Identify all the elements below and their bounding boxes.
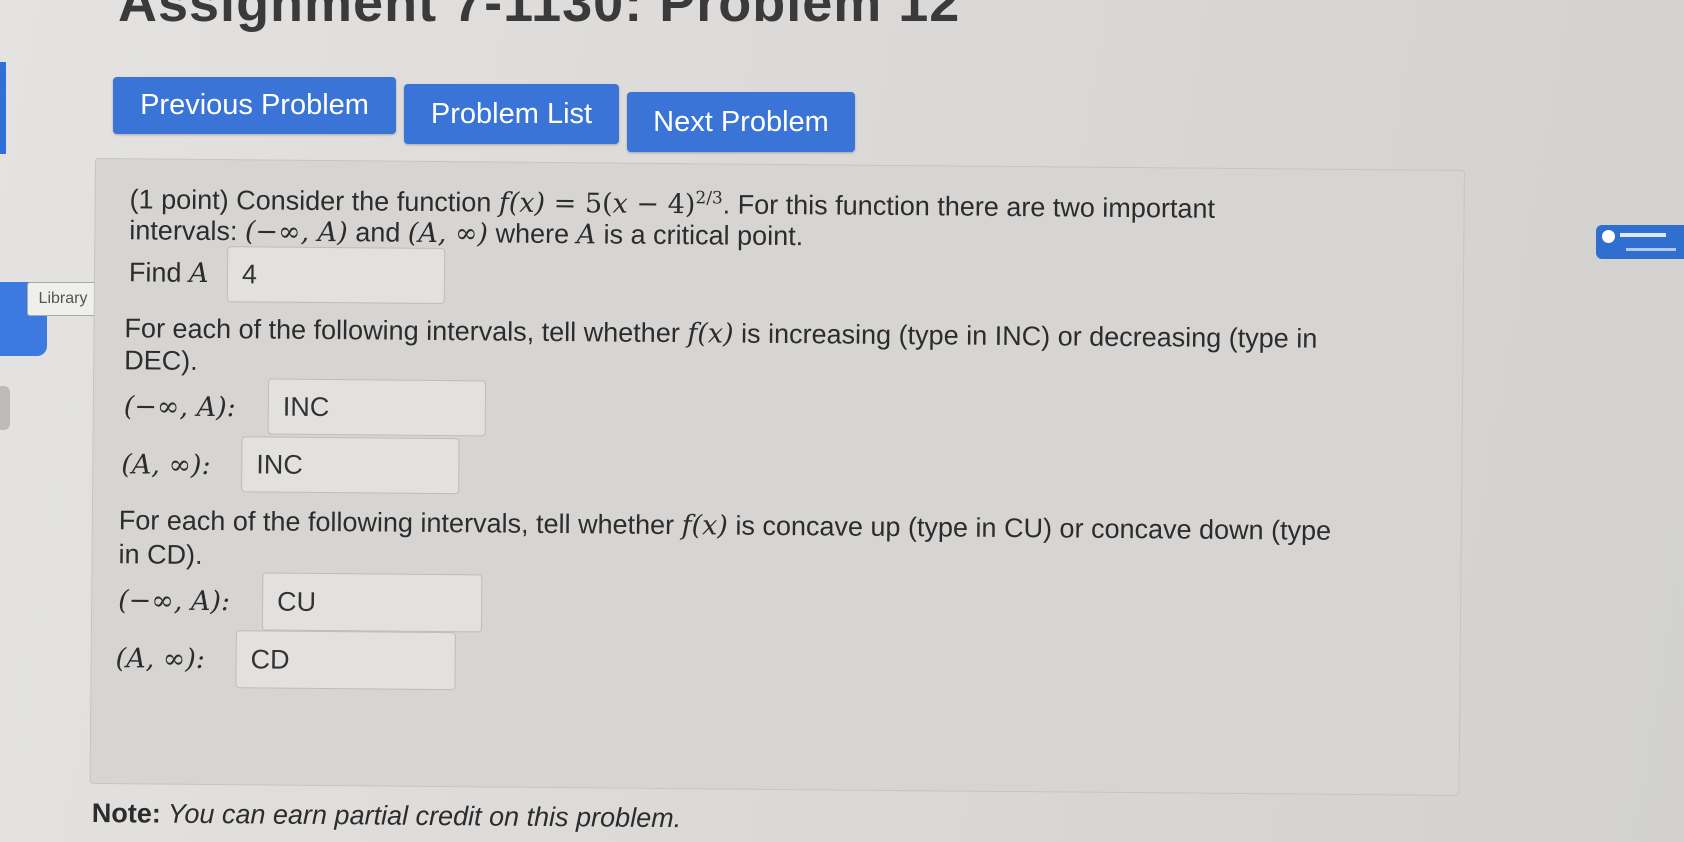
con-right-input[interactable]: CD	[235, 630, 456, 691]
microphone-icon	[1602, 230, 1615, 243]
widget-label-bar	[1620, 233, 1666, 237]
left-scroll-handle[interactable]	[0, 386, 10, 430]
note-label: Note:	[91, 798, 161, 829]
left-edge-accent	[0, 62, 6, 154]
problem-panel: (1 point) Consider the function f(x) = 5…	[89, 158, 1465, 796]
inc-right-input[interactable]: INC	[241, 436, 460, 495]
note-text: You can earn partial credit on this prob…	[160, 798, 682, 834]
previous-problem-button[interactable]: Previous Problem	[113, 77, 396, 134]
con-right-interval-label: (A, ∞):	[115, 643, 206, 675]
partial-credit-note: Note: You can earn partial credit on thi…	[92, 798, 682, 834]
library-tab-label: Library	[38, 290, 88, 307]
interval-left-math: (−∞, A)	[244, 216, 348, 249]
con-left-interval-label: (−∞, A):	[118, 585, 231, 618]
answer-a-input[interactable]: 4	[226, 246, 446, 305]
widget-sublabel-bar	[1626, 248, 1676, 251]
interval-right-math: (A, ∞)	[407, 217, 489, 250]
library-tab[interactable]: Library	[27, 282, 99, 316]
dictation-widget[interactable]	[1596, 225, 1684, 259]
inc-left-input[interactable]: INC	[267, 378, 487, 437]
intro-suffix: . For this function there are two import…	[722, 189, 1216, 224]
concavity-prompt-line1: For each of the following intervals, tel…	[118, 505, 1332, 546]
inc-right-interval-label: (A, ∞):	[121, 449, 211, 482]
con-left-input[interactable]: CU	[261, 572, 483, 633]
page-title: Assignment 7-1130: Problem 12	[118, 0, 961, 33]
increasing-prompt-line2: DEC).	[124, 345, 198, 376]
function-definition: f(x) = 5(x − 4)2/3	[498, 187, 723, 221]
intro-text: (1 point) Consider the function	[129, 184, 499, 218]
increasing-prompt-line1: For each of the following intervals, tel…	[124, 313, 1318, 354]
problem-list-button[interactable]: Problem List	[404, 84, 619, 144]
var-a-math: A	[576, 219, 597, 251]
concavity-prompt-line2: in CD).	[118, 539, 203, 570]
inc-left-interval-label: (−∞, A):	[123, 391, 236, 424]
next-problem-button[interactable]: Next Problem	[627, 92, 855, 152]
find-a-label: Find A	[128, 257, 209, 289]
